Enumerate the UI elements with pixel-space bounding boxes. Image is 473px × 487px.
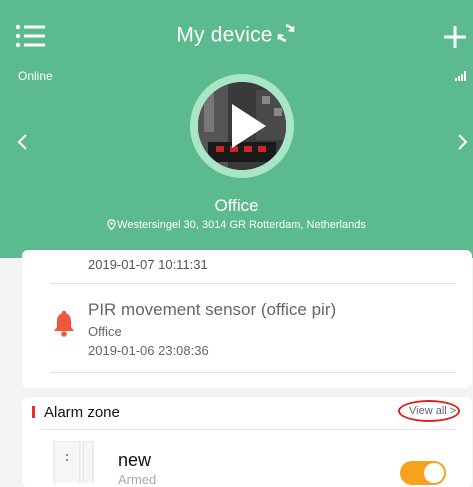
address-text: Westersingel 30, 3014 GR Rotterdam, Neth… [117,219,366,231]
previous-device-button[interactable] [15,131,31,153]
sensor-name[interactable]: new [118,450,151,471]
next-device-button[interactable] [454,131,470,153]
device-name: Office [214,196,259,215]
annotation-oval [398,400,460,422]
door-sensor-icon [53,441,94,483]
connection-status: Online [18,69,53,83]
add-icon [444,26,466,48]
sensor-status: Armed [118,472,157,487]
play-icon[interactable] [198,82,286,170]
refresh-button[interactable] [275,22,297,49]
page-title: My device [176,23,273,47]
section-accent-bar [32,406,35,418]
chevron-right-icon [458,134,468,150]
add-device-button[interactable] [438,20,472,54]
signal-icon [455,71,466,81]
title-bar: My device [0,22,473,49]
event-timestamp: 2019-01-06 23:08:36 [88,343,209,358]
toggle-knob [424,463,444,483]
divider [40,429,456,430]
arm-toggle[interactable] [400,461,446,485]
device-header: My device Online Office Westersingel 30,… [0,0,473,258]
location-pin-icon [107,219,116,231]
event-location: Office [88,324,122,339]
device-address: Westersingel 30, 3014 GR Rotterdam, Neth… [0,219,473,231]
divider [50,283,456,284]
event-timestamp: 2019-01-07 10:11:31 [88,257,208,272]
event-title[interactable]: PIR movement sensor (office pir) [88,300,336,320]
bell-icon [54,311,74,337]
divider [50,372,456,373]
section-title: Alarm zone [44,404,120,421]
camera-preview[interactable] [198,82,286,170]
refresh-icon [277,24,294,42]
chevron-left-icon [17,134,27,150]
